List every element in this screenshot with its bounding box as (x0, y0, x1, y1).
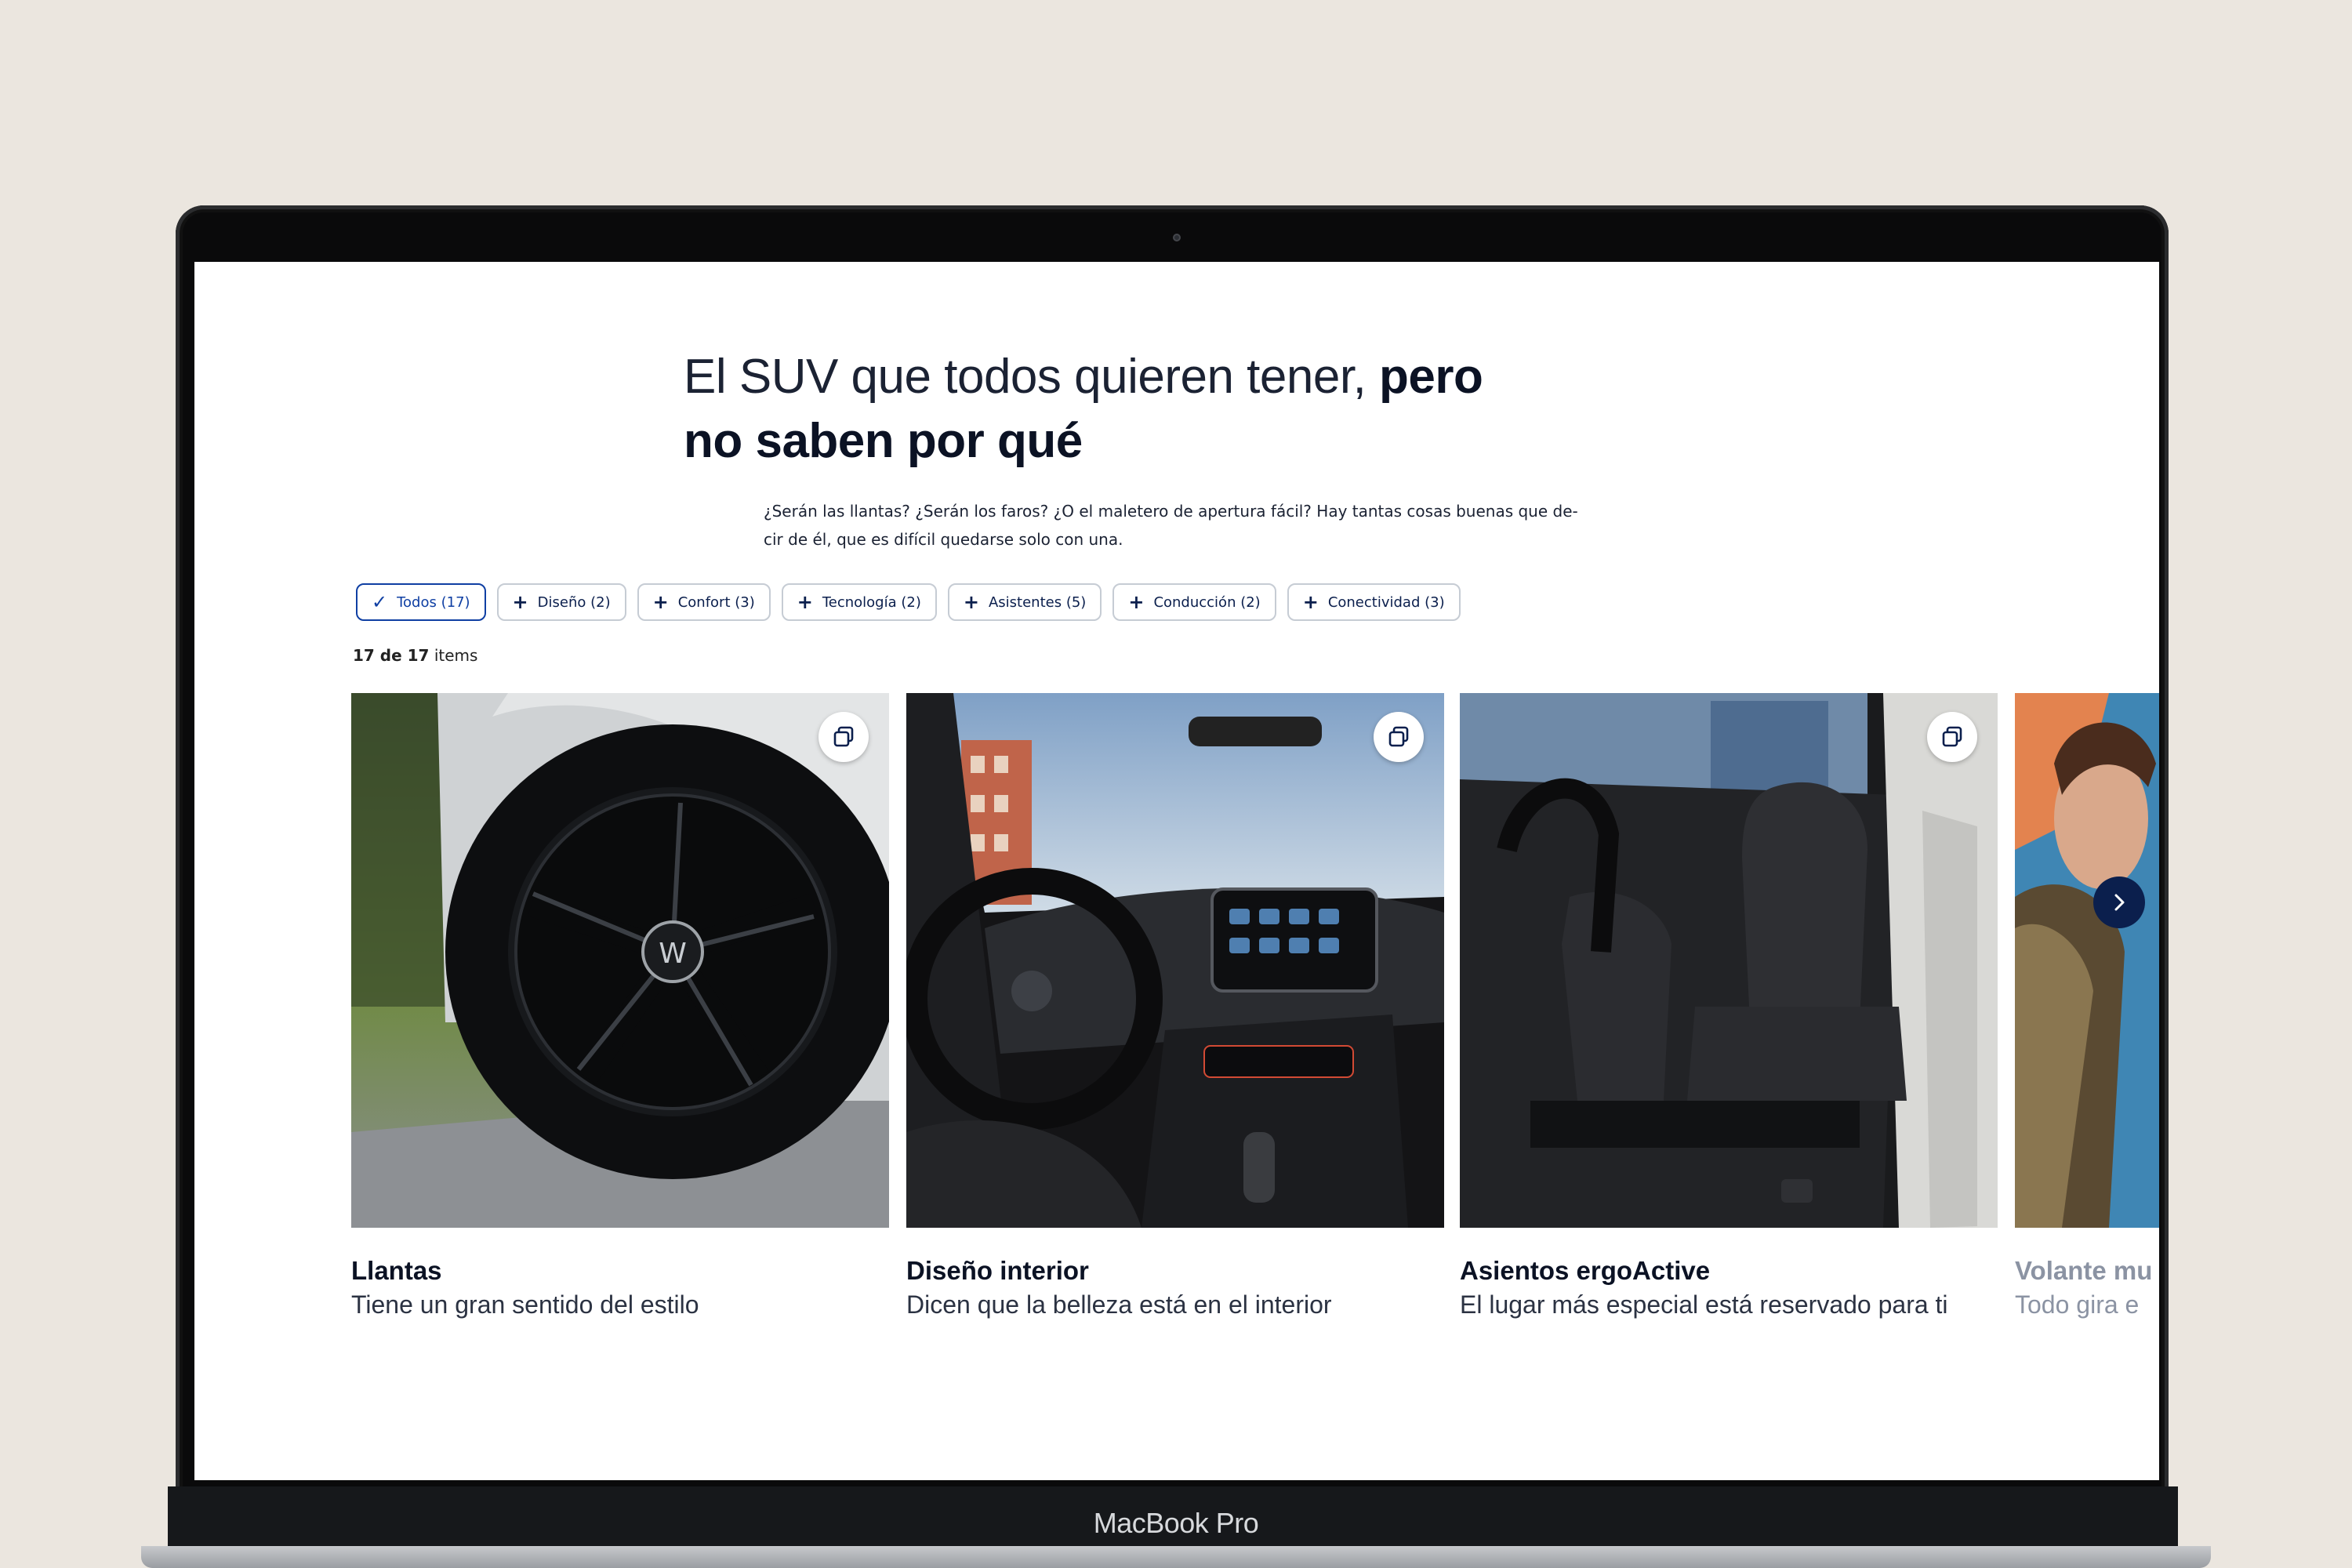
seats-photo (1460, 693, 1998, 1228)
filter-chip-label: Tecnología (2) (822, 593, 921, 611)
copy-icon (1388, 726, 1409, 747)
card-title: Asientos ergoActive (1460, 1256, 1711, 1285)
feature-card-volante[interactable]: Volante mu Todo gira e (2015, 693, 2159, 1319)
plus-icon: + (1128, 591, 1145, 613)
filter-chip-tecnologia[interactable]: + Tecnología (2) (781, 583, 937, 621)
card-title: Llantas (351, 1256, 442, 1285)
dashboard-photo (906, 693, 1444, 1228)
card-subtitle: Dicen que la belleza está en el interior (906, 1290, 1332, 1319)
filter-chip-conduccion[interactable]: + Conducción (2) (1112, 583, 1276, 621)
intro-line-2: cir de él, que es difícil quedarse solo … (764, 530, 1123, 549)
filter-chip-label: Asistentes (5) (988, 593, 1087, 611)
headline-bold-2: no saben por qué (684, 414, 1083, 468)
filter-chip-label: Todos (17) (397, 593, 470, 611)
feature-card-diseno-interior[interactable]: Diseño interior Dicen que la belleza est… (906, 693, 1444, 1319)
filter-chip-asistentes[interactable]: + Asistentes (5) (947, 583, 1102, 621)
plus-icon: + (963, 591, 979, 613)
carousel-next-button[interactable] (2093, 877, 2145, 928)
copy-button[interactable] (1374, 712, 1424, 762)
results-shown: 17 de 17 (353, 646, 430, 665)
filter-chip-confort[interactable]: + Confort (3) (637, 583, 771, 621)
wheel-photo: W (351, 693, 889, 1228)
page-headline: El SUV que todos quieren tener, pero no s… (684, 345, 1624, 474)
plus-icon: + (797, 591, 813, 613)
plus-icon: + (652, 591, 669, 613)
filter-chip-todos[interactable]: ✓ Todos (17) (356, 583, 486, 621)
filter-chip-label: Confort (3) (677, 593, 755, 611)
card-subtitle: Todo gira e (2015, 1290, 2140, 1319)
feature-card-llantas[interactable]: W Llantas Tiene un gran sentido del esti… (351, 693, 889, 1319)
filter-chip-conectividad[interactable]: + Conectividad (3) (1287, 583, 1461, 621)
copy-icon (833, 726, 854, 747)
copy-icon (1942, 726, 1962, 747)
copy-button[interactable] (818, 712, 869, 762)
filter-chip-diseno[interactable]: + Diseño (2) (496, 583, 626, 621)
headline-bold-1: pero (1379, 350, 1483, 404)
headline-regular: El SUV que todos quieren tener, (684, 350, 1380, 404)
svg-text:W: W (659, 938, 687, 970)
feature-card-asientos-ergoactive[interactable]: Asientos ergoActive El lugar más especia… (1460, 693, 1998, 1319)
plus-icon: + (512, 591, 528, 613)
filter-chip-label: Conectividad (3) (1327, 593, 1445, 611)
intro-text: ¿Serán las llantas? ¿Serán los faros? ¿O… (764, 497, 1595, 554)
card-title: Volante mu (2015, 1256, 2153, 1285)
person-photo (2015, 693, 2159, 1228)
card-title: Diseño interior (906, 1256, 1089, 1285)
browser-screen: El SUV que todos quieren tener, pero no s… (194, 262, 2159, 1480)
filter-chip-label: Diseño (2) (537, 593, 611, 611)
plus-icon: + (1302, 591, 1319, 613)
filter-chip-label: Conducción (2) (1153, 593, 1261, 611)
laptop-base (141, 1546, 2211, 1568)
results-count: 17 de 17 items (353, 646, 477, 665)
chevron-right-icon (2114, 894, 2125, 911)
webcam-icon (1173, 234, 1181, 241)
results-suffix: items (429, 646, 478, 665)
copy-button[interactable] (1927, 712, 1977, 762)
card-subtitle: El lugar más especial está reservado par… (1460, 1290, 1948, 1319)
check-icon: ✓ (372, 591, 388, 613)
card-subtitle: Tiene un gran sentido del estilo (351, 1290, 699, 1319)
device-brand-label: MacBook Pro (1093, 1507, 1259, 1539)
intro-line-1: ¿Serán las llantas? ¿Serán los faros? ¿O… (764, 502, 1578, 521)
filter-chips: ✓ Todos (17) + Diseño (2) + Confort (3) … (356, 583, 1461, 621)
